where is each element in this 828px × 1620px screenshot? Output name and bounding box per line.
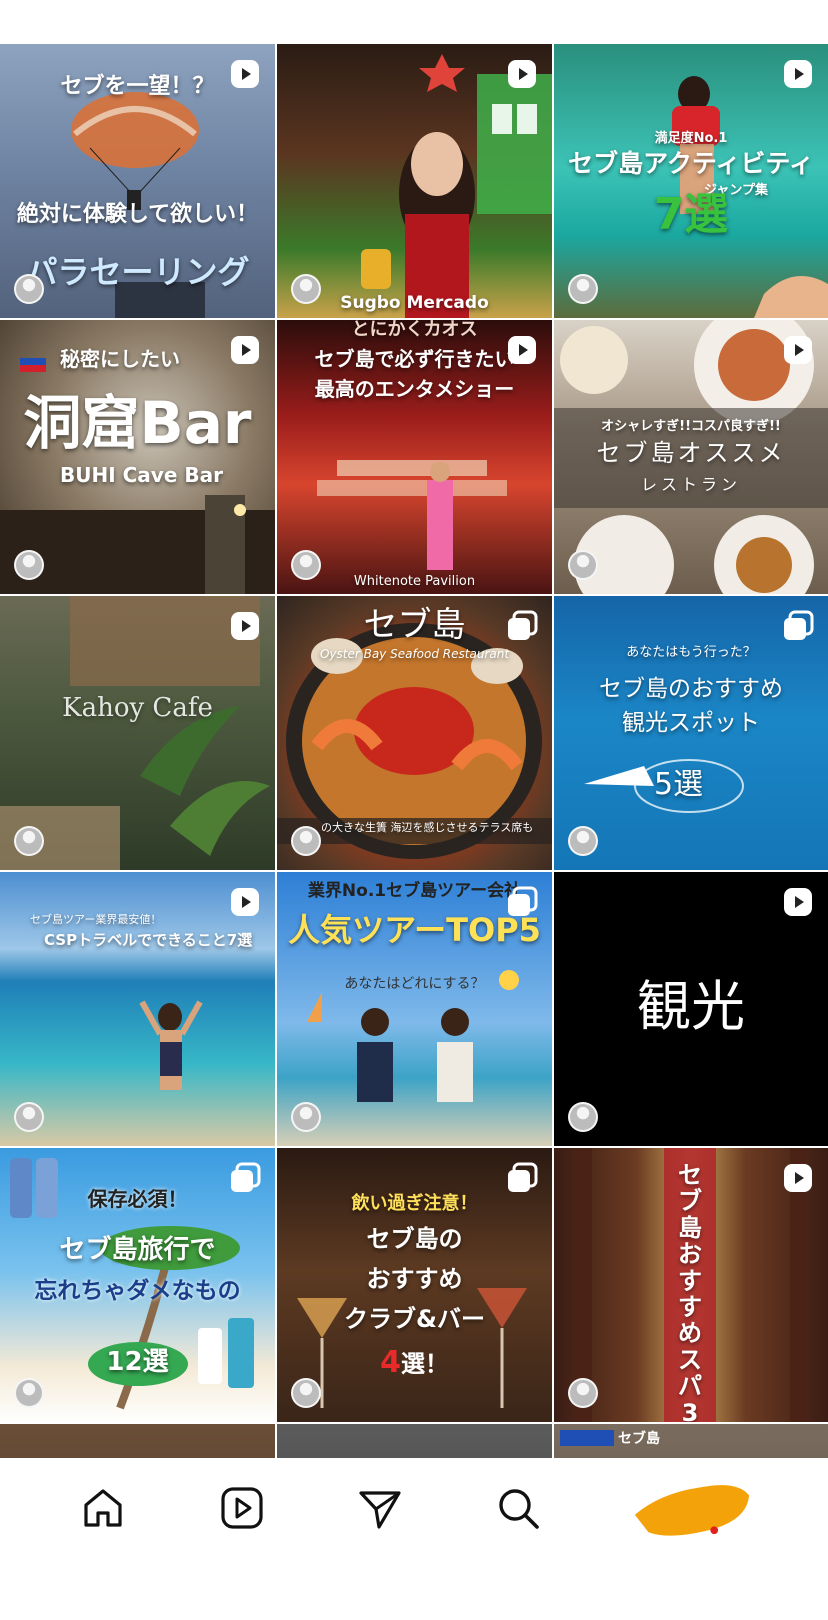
tile-title: セブ島のおすすめ — [599, 676, 783, 702]
tile-title: CSPトラベルでできること7選 — [44, 931, 253, 949]
reels-button[interactable] — [216, 1482, 268, 1534]
tile-title: 観光 — [637, 975, 745, 1038]
avatar — [291, 274, 321, 304]
carousel-icon — [784, 610, 814, 640]
tile-caption-1: オシャレすぎ!!コスパ良すぎ!! — [601, 419, 781, 434]
tile-subtitle: レストラン — [640, 475, 741, 494]
tile-title: 洞窟Bar — [23, 389, 252, 457]
tile-subtitle: 観光スポット — [622, 710, 760, 736]
tile-subtitle: 最高のエンタメショー — [314, 377, 515, 401]
grid-post-restaurant[interactable]: オシャレすぎ!!コスパ良すぎ!! セブ島オススメ レストラン — [554, 320, 828, 594]
grid-post-popular-tours[interactable]: 業界No.1セブ島ツアー会社 人気ツアーTOP5 あなたはどれにする？ — [277, 872, 552, 1146]
send-button[interactable] — [354, 1482, 406, 1534]
reel-icon — [784, 1164, 812, 1192]
tile-caption-1: 満足度No.1 — [654, 131, 728, 146]
reel-icon — [231, 888, 259, 916]
send-icon — [359, 1491, 401, 1529]
avatar — [14, 550, 44, 580]
tile-count: 4 — [380, 1345, 401, 1380]
carousel-icon — [231, 1162, 261, 1192]
grid-post-csp-travel[interactable]: セブ島ツアー業界最安値！ CSPトラベルでできること7選 — [0, 872, 275, 1146]
tile-title-2: おすすめ — [366, 1265, 463, 1293]
grid-post-partial-3[interactable]: セブ島 — [554, 1424, 828, 1458]
tile-count: 7選 — [653, 189, 729, 240]
avatar — [568, 1102, 598, 1132]
search-button[interactable] — [492, 1482, 544, 1534]
reel-icon — [508, 336, 536, 364]
reels-icon — [220, 1487, 263, 1529]
tile-restaurant-name: Oyster Bay Seafood Restaurant — [319, 647, 510, 661]
tile-title: セブ島おすすめスパ3選 — [678, 1161, 702, 1422]
grid-post-cave-bar[interactable]: 秘密にしたい 洞窟Bar BUHI Cave Bar — [0, 320, 275, 594]
tile-title: セブ島アクティビティ — [568, 149, 814, 178]
tile-caption-2: 絶対に体験して欲しい！ — [16, 202, 259, 227]
avatar — [14, 274, 44, 304]
tile-count: 12選 — [106, 1347, 169, 1377]
tile-location: Whitenote Pavilion — [353, 574, 476, 590]
avatar — [291, 550, 321, 580]
reel-icon — [231, 336, 259, 364]
reel-icon — [784, 888, 812, 916]
tile-title-3: クラブ&バー — [344, 1305, 485, 1333]
instagram-profile-grid-screen: セブを一望！？ 絶対に体験して欲しい！ パラセーリング Sugbo Mercad… — [0, 0, 828, 1620]
avatar — [568, 1378, 598, 1408]
grid-post-kahoy-cafe[interactable]: Kahoy Cafe — [0, 596, 275, 870]
tile-title: セブ島オススメ — [596, 439, 786, 467]
grid-post-kanko[interactable]: 観光 — [554, 872, 828, 1146]
grid-post-parasailing[interactable]: セブを一望！？ 絶対に体験して欲しい！ パラセーリング — [0, 44, 275, 318]
grid-post-spa[interactable]: セブ島おすすめスパ3選 — [554, 1148, 828, 1422]
grid-post-partial-2[interactable] — [277, 1424, 552, 1458]
reel-icon — [231, 612, 259, 640]
avatar — [291, 1378, 321, 1408]
tile-caption: の大きな生簀 海辺を感じさせるテラス席も — [321, 821, 534, 834]
home-button[interactable] — [77, 1482, 129, 1534]
grid-post-partial-1[interactable] — [0, 1424, 275, 1458]
grid-post-packing-list[interactable]: 保存必須！ セブ島旅行で 忘れちゃダメなもの 12選 — [0, 1148, 275, 1422]
tile-caption-2: BUHI Cave Bar — [60, 463, 223, 487]
avatar — [291, 826, 321, 856]
tile-title-1: セブ島の — [366, 1225, 463, 1253]
grid-post-activity-jump[interactable]: 満足度No.1 セブ島アクティビティ ジャンプ集 7選 — [554, 44, 828, 318]
grid-post-club-bar[interactable]: 飲い過ぎ注意！ セブ島の おすすめ クラブ&バー 4選！ — [277, 1148, 552, 1422]
profile-avatar-icon — [634, 1485, 749, 1536]
avatar — [14, 1378, 44, 1408]
profile-button[interactable] — [631, 1473, 751, 1543]
carousel-icon — [508, 1162, 538, 1192]
avatar — [14, 826, 44, 856]
carousel-icon — [508, 886, 538, 916]
tile-title: セブ島 — [618, 1431, 660, 1447]
flag-stripe — [560, 1430, 614, 1446]
reel-icon — [231, 60, 259, 88]
tile-subtitle: 忘れちゃダメなもの — [34, 1278, 241, 1304]
tile-count-suffix: 選！ — [400, 1350, 449, 1378]
bottom-navigation — [0, 1458, 828, 1558]
reel-icon — [784, 60, 812, 88]
avatar — [568, 826, 598, 856]
grid-post-sugbo-mercado[interactable]: Sugbo Mercado — [277, 44, 552, 318]
grid-post-sightseeing-spots[interactable]: あなたはもう行った？ セブ島のおすすめ 観光スポット 5選 — [554, 596, 828, 870]
tile-caption-1: 飲い過ぎ注意！ — [351, 1193, 478, 1214]
tile-count-row: 4選！ — [277, 1344, 552, 1380]
tile-caption-2: あなたはどれにする？ — [344, 976, 485, 992]
reel-icon — [508, 60, 536, 88]
home-icon — [84, 1489, 122, 1527]
avatar — [568, 274, 598, 304]
reel-icon — [784, 336, 812, 364]
tile-title: Kahoy Cafe — [62, 693, 213, 723]
tile-count: 5選 — [654, 767, 704, 802]
search-icon — [499, 1489, 540, 1529]
tile-title: セブ島旅行で — [59, 1235, 216, 1265]
grid-post-seafood[interactable]: セブ島 Oyster Bay Seafood Restaurant の大きな生簀… — [277, 596, 552, 870]
avatar — [14, 1102, 44, 1132]
avatar — [291, 1102, 321, 1132]
post-grid: セブを一望！？ 絶対に体験して欲しい！ パラセーリング Sugbo Mercad… — [0, 44, 828, 1458]
avatar — [568, 550, 598, 580]
tile-caption-1: あなたはもう行った？ — [626, 645, 756, 660]
carousel-icon — [508, 610, 538, 640]
grid-post-entertainment-show[interactable]: とにかくカオス セブ島で必ず行きたい 最高のエンタメショー Whitenote … — [277, 320, 552, 594]
